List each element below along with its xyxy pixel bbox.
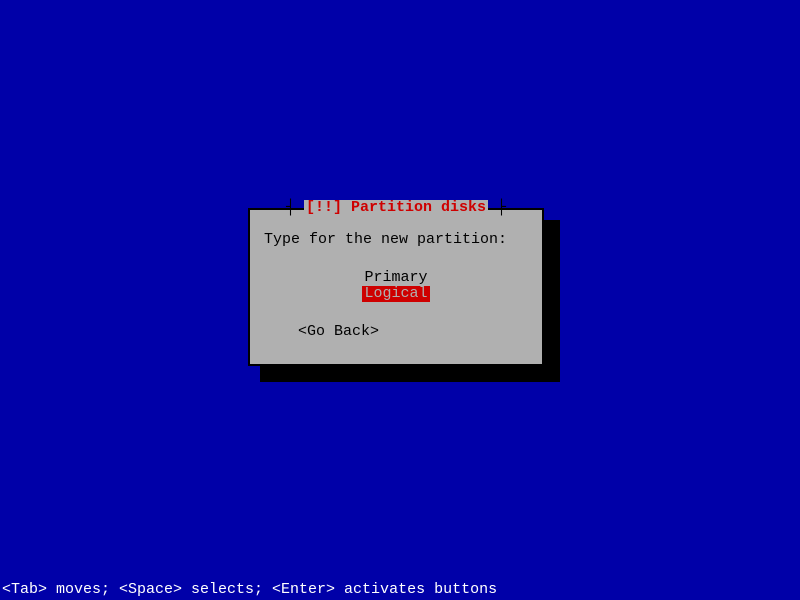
help-footer: <Tab> moves; <Space> selects; <Enter> ac… xyxy=(2,582,798,598)
installer-screen: ┤ [!!] Partition disks ├ Type for the ne… xyxy=(0,0,800,600)
partition-type-options: Primary Logical xyxy=(250,270,542,302)
dialog-title: [!!] Partition disks xyxy=(304,200,488,216)
dialog-prompt: Type for the new partition: xyxy=(264,232,507,248)
dangle-left: ┤ xyxy=(286,199,295,216)
dialog-title-wrap: ┤ [!!] Partition disks ├ xyxy=(250,200,542,216)
option-logical[interactable]: Logical xyxy=(362,286,429,302)
dangle-right: ├ xyxy=(497,199,506,216)
go-back-button[interactable]: <Go Back> xyxy=(298,324,379,340)
option-primary[interactable]: Primary xyxy=(362,270,429,286)
partition-dialog: ┤ [!!] Partition disks ├ Type for the ne… xyxy=(248,208,544,366)
